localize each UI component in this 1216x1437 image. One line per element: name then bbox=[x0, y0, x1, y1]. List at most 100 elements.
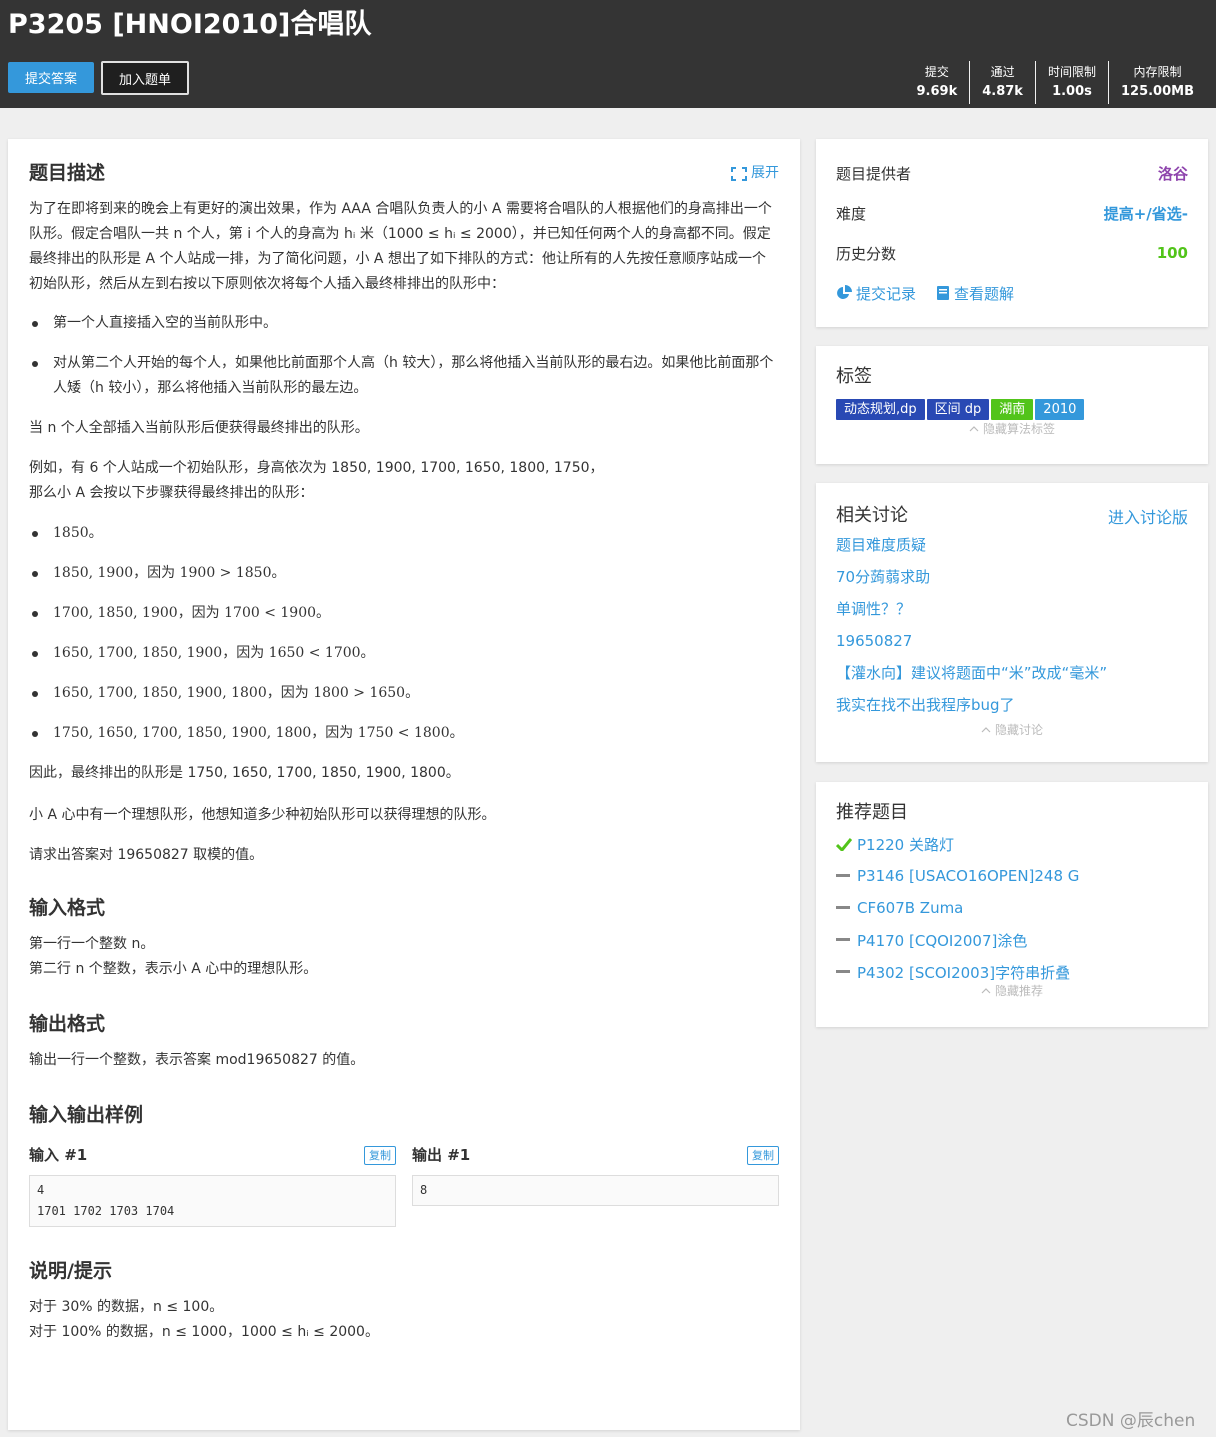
recommend-item[interactable]: P1220 关路灯 bbox=[836, 828, 1188, 860]
stat-accepted: 通过 4.87k bbox=[969, 61, 1035, 104]
example-intro-2: 那么小 A 会按以下步骤获得最终排出的队形： bbox=[29, 485, 314, 501]
copy-output-button[interactable]: 复制 bbox=[747, 1145, 779, 1165]
tag-interval-dp[interactable]: 区间 dp bbox=[926, 399, 990, 420]
problem-title: P3205 [HNOI2010]合唱队 bbox=[8, 9, 372, 40]
expand-button[interactable]: 展开 bbox=[731, 161, 779, 186]
difficulty-label: 难度 bbox=[836, 204, 867, 223]
submission-records-link[interactable]: 提交记录 bbox=[836, 283, 916, 304]
stat-value: 4.87k bbox=[982, 84, 1023, 99]
stat-value: 1.00s bbox=[1052, 84, 1092, 99]
chevron-up-icon bbox=[969, 426, 979, 432]
stat-label: 提交 bbox=[924, 65, 949, 79]
check-icon bbox=[836, 837, 852, 851]
stat-label: 时间限制 bbox=[1047, 65, 1096, 79]
discussion-link[interactable]: 单调性？？ bbox=[836, 593, 1188, 625]
sample-output: 输出 #1 复制 8 bbox=[412, 1143, 779, 1227]
tag-year[interactable]: 2010 bbox=[1035, 399, 1085, 420]
hide-tags-link[interactable]: 隐藏算法标签 bbox=[836, 420, 1188, 438]
hint-heading: 说明/提示 bbox=[29, 1260, 112, 1282]
history-score-label: 历史分数 bbox=[836, 244, 897, 263]
recommend-item-label: P1220 关路灯 bbox=[857, 835, 954, 854]
dash-icon bbox=[836, 874, 850, 877]
sample-output-code: 8 bbox=[412, 1175, 779, 1206]
discussion-link[interactable]: 70分蒟蒻求助 bbox=[836, 561, 1188, 593]
history-score-value: 100 bbox=[1156, 244, 1188, 262]
description-paragraph: 当 n 个人全部插入当前队形后便获得最终排出的队形。 bbox=[29, 420, 369, 436]
view-solutions-label: 查看题解 bbox=[954, 284, 1015, 303]
list-item: 1650, 1700, 1850, 1900，因为 1650 < 1700。 bbox=[29, 641, 779, 666]
recommend-item-label: P3146 [USACO16OPEN]248 G bbox=[857, 867, 1080, 885]
recommend-item-label: P4170 [CQOI2007]涂色 bbox=[857, 931, 1028, 950]
stat-submissions: 提交 9.69k bbox=[905, 61, 970, 104]
stat-value: 9.69k bbox=[916, 84, 958, 99]
discussion-link[interactable]: 19650827 bbox=[836, 625, 1188, 657]
recommend-item[interactable]: CF607B Zuma bbox=[836, 892, 1188, 924]
add-to-list-button[interactable]: 加入题单 bbox=[101, 61, 189, 95]
discussion-link[interactable]: 题目难度质疑 bbox=[836, 529, 1188, 561]
dash-icon bbox=[836, 906, 850, 909]
list-item: 1850。 bbox=[29, 521, 779, 546]
discussion-link[interactable]: 【灌水向】建议将题面中“米”改成“毫米” bbox=[836, 657, 1188, 689]
description-paragraph: 请求出答案对 19650827 取模的值。 bbox=[29, 847, 264, 863]
problem-stats: 提交 9.69k 通过 4.87k 时间限制 1.00s 内存限制 125.00… bbox=[905, 61, 1207, 104]
list-item: 第一个人直接插入空的当前队形中。 bbox=[29, 311, 779, 336]
example-steps-list: 1850。 1850, 1900，因为 1900 > 1850。 1700, 1… bbox=[29, 521, 779, 746]
input-format-line: 第一行一个整数 n。 bbox=[29, 936, 155, 952]
expand-label: 展开 bbox=[751, 165, 779, 181]
chevron-up-icon bbox=[981, 988, 991, 994]
list-item: 对从第二个人开始的每个人，如果他比前面那个人高（h 较大），那么将他插入当前队形… bbox=[29, 351, 779, 401]
discussion-list: 题目难度质疑 70分蒟蒻求助 单调性？？ 19650827 【灌水向】建议将题面… bbox=[836, 529, 1188, 721]
sample-input: 输入 #1 复制 4 1701 1702 1703 1704 bbox=[29, 1143, 396, 1227]
recommend-list: P1220 关路灯 P3146 [USACO16OPEN]248 G CF607… bbox=[836, 828, 1188, 988]
description-paragraph: 小 A 心中有一个理想队形，他想知道多少种初始队形可以获得理想的队形。 bbox=[29, 807, 496, 823]
hide-tags-label: 隐藏算法标签 bbox=[982, 422, 1055, 436]
recommend-item-label: CF607B Zuma bbox=[857, 899, 964, 917]
recommend-item[interactable]: P3146 [USACO16OPEN]248 G bbox=[836, 860, 1188, 892]
submit-answer-button[interactable]: 提交答案 bbox=[8, 62, 94, 93]
sample-input-label: 输入 #1 bbox=[29, 1145, 88, 1164]
stat-label: 内存限制 bbox=[1133, 65, 1182, 79]
discussion-card: 相关讨论 进入讨论版 题目难度质疑 70分蒟蒻求助 单调性？？ 19650827… bbox=[816, 483, 1208, 762]
list-item: 1700, 1850, 1900，因为 1700 < 1900。 bbox=[29, 601, 779, 626]
hide-discussion-link[interactable]: 隐藏讨论 bbox=[836, 721, 1188, 739]
input-format-heading: 输入格式 bbox=[29, 897, 106, 919]
discussion-link[interactable]: 我实在找不出我程序bug了 bbox=[836, 689, 1188, 721]
hint-line: 对于 100% 的数据，n ≤ 1000，1000 ≤ hᵢ ≤ 2000。 bbox=[29, 1324, 379, 1340]
dash-icon bbox=[836, 938, 850, 941]
samples-row: 输入 #1 复制 4 1701 1702 1703 1704 输出 #1 复制 … bbox=[29, 1143, 779, 1227]
tag-dp[interactable]: 动态规划,dp bbox=[836, 399, 925, 420]
hide-recommend-link[interactable]: 隐藏推荐 bbox=[836, 982, 1188, 1000]
stat-value: 125.00MB bbox=[1120, 84, 1194, 99]
view-solutions-link[interactable]: 查看题解 bbox=[936, 283, 1014, 304]
hide-discussion-label: 隐藏讨论 bbox=[994, 723, 1043, 737]
output-format-heading: 输出格式 bbox=[29, 1013, 106, 1035]
hide-recommend-label: 隐藏推荐 bbox=[994, 984, 1043, 998]
description-paragraph: 因此，最终排出的队形是 1750, 1650, 1700, 1850, 1900… bbox=[29, 765, 460, 781]
csdn-watermark: CSDN @辰chen bbox=[1066, 1411, 1196, 1431]
provider-label: 题目提供者 bbox=[836, 164, 912, 183]
insert-rules-list: 第一个人直接插入空的当前队形中。 对从第二个人开始的每个人，如果他比前面那个人高… bbox=[29, 311, 779, 401]
list-item: 1650, 1700, 1850, 1900, 1800，因为 1800 > 1… bbox=[29, 681, 779, 706]
chevron-up-icon bbox=[981, 727, 991, 733]
stat-label: 通过 bbox=[990, 65, 1015, 79]
book-icon bbox=[937, 286, 950, 300]
sample-input-code: 4 1701 1702 1703 1704 bbox=[29, 1175, 396, 1227]
recommend-item[interactable]: P4170 [CQOI2007]涂色 bbox=[836, 924, 1188, 956]
description-paragraph: 为了在即将到来的晚会上有更好的演出效果，作为 AAA 合唱队负责人的小 A 需要… bbox=[29, 201, 772, 292]
difficulty-value: 提高+/省选- bbox=[1103, 204, 1188, 223]
pie-chart-icon bbox=[837, 285, 852, 299]
tag-hunan[interactable]: 湖南 bbox=[991, 399, 1034, 420]
stat-memory-limit: 内存限制 125.00MB bbox=[1107, 61, 1206, 104]
problem-header: P3205 [HNOI2010]合唱队 提交答案 加入题单 提交 9.69k 通… bbox=[0, 0, 1216, 108]
example-intro: 例如，有 6 个人站成一个初始队形，身高依次为 1850, 1900, 1700… bbox=[29, 460, 604, 476]
hint-line: 对于 30% 的数据，n ≤ 100。 bbox=[29, 1299, 224, 1315]
stat-time-limit: 时间限制 1.00s bbox=[1034, 61, 1108, 104]
recommend-card: 推荐题目 P1220 关路灯 P3146 [USACO16OPEN]248 G … bbox=[816, 782, 1208, 1027]
list-item: 1850, 1900，因为 1900 > 1850。 bbox=[29, 561, 779, 586]
sample-output-label: 输出 #1 bbox=[412, 1145, 471, 1164]
provider-link[interactable]: 洛谷 bbox=[1158, 163, 1188, 184]
enter-discussion-link[interactable]: 进入讨论版 bbox=[1108, 504, 1188, 528]
copy-input-button[interactable]: 复制 bbox=[364, 1145, 396, 1165]
output-format-line: 输出一行一个整数，表示答案 mod19650827 的值。 bbox=[29, 1052, 365, 1068]
tags-list: 动态规划,dp 区间 dp 湖南 2010 bbox=[836, 398, 1188, 420]
